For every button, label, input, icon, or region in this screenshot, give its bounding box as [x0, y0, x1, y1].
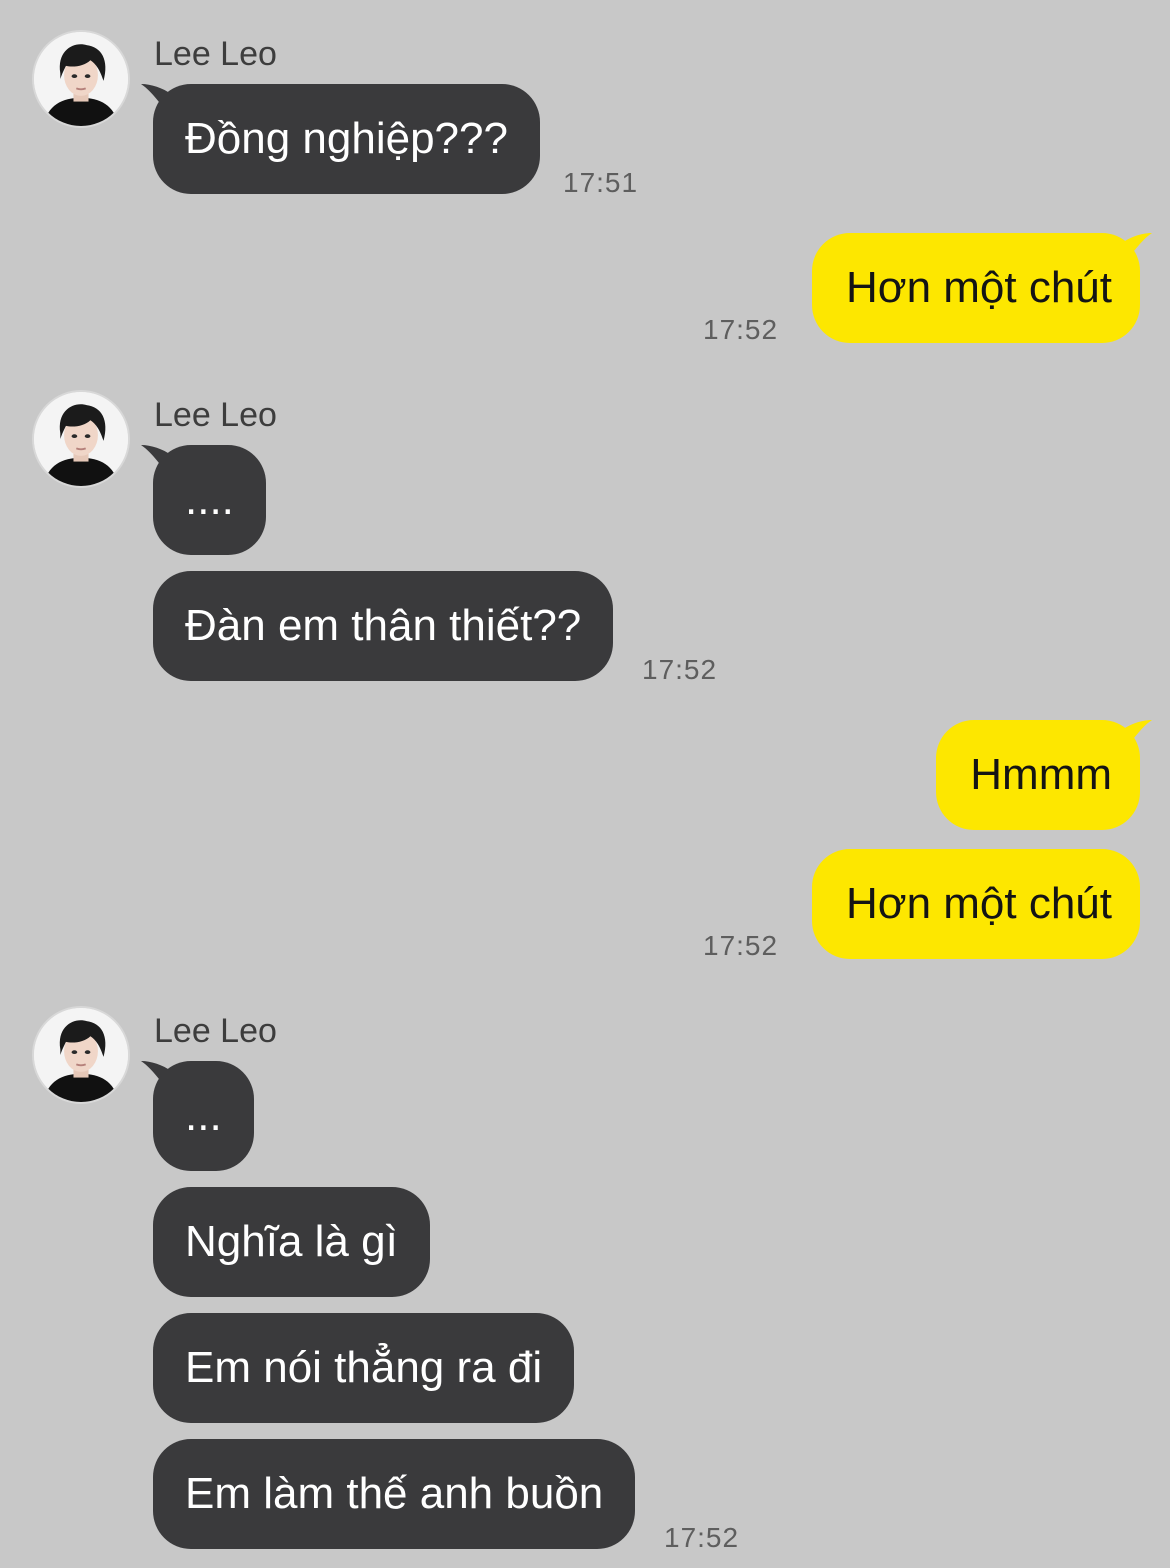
message-text: Nghĩa là gì — [185, 1217, 398, 1266]
incoming-message-bubble[interactable]: Em nói thẳng ra đi — [153, 1313, 575, 1423]
contact-avatar[interactable] — [32, 390, 130, 488]
sender-name: Lee Leo — [154, 1012, 277, 1050]
message-timestamp: 17:52 — [703, 930, 779, 961]
message-text: Em nói thẳng ra đi — [185, 1343, 543, 1392]
sender-name: Lee Leo — [154, 396, 277, 434]
message-text: Em làm thế anh buồn — [185, 1469, 604, 1518]
bubble-tail — [141, 445, 171, 477]
avatar-image — [34, 1008, 128, 1102]
sender-name: Lee Leo — [154, 35, 277, 73]
message-text: Hơn một chút — [845, 879, 1112, 928]
message-text: Đồng nghiệp??? — [185, 114, 508, 163]
message-text: Hmmm — [970, 750, 1112, 799]
bubble-tail — [141, 84, 171, 116]
incoming-message-bubble[interactable]: .... — [141, 445, 266, 555]
message-timestamp: 17:52 — [664, 1522, 740, 1553]
message-text: ... — [185, 1091, 222, 1140]
contact-avatar[interactable] — [32, 1006, 130, 1104]
message-text: Đàn em thân thiết?? — [185, 601, 582, 650]
message-timestamp: 17:52 — [703, 314, 779, 345]
bubble-tail — [1122, 233, 1152, 265]
outgoing-message-bubble[interactable]: Hmmm — [936, 720, 1152, 830]
contact-avatar[interactable] — [32, 30, 130, 128]
message-timestamp: 17:52 — [642, 654, 718, 685]
message-timestamp: 17:51 — [563, 167, 639, 198]
incoming-message-bubble[interactable]: Nghĩa là gì — [153, 1187, 430, 1297]
avatar-image — [34, 392, 128, 486]
avatar-image — [34, 32, 128, 126]
incoming-message-bubble[interactable]: ... — [141, 1061, 254, 1171]
bubble-tail — [1122, 720, 1152, 752]
outgoing-message-bubble[interactable]: Hơn một chút — [811, 233, 1152, 343]
incoming-message-bubble[interactable]: Đàn em thân thiết?? — [153, 571, 614, 681]
incoming-message-bubble[interactable]: Đồng nghiệp??? — [141, 84, 540, 194]
message-text: Hơn một chút — [845, 263, 1112, 312]
outgoing-message-bubble[interactable]: Hơn một chút — [811, 849, 1140, 959]
message-text: .... — [185, 475, 234, 524]
bubble-tail — [141, 1061, 171, 1093]
incoming-message-bubble[interactable]: Em làm thế anh buồn — [153, 1439, 636, 1549]
